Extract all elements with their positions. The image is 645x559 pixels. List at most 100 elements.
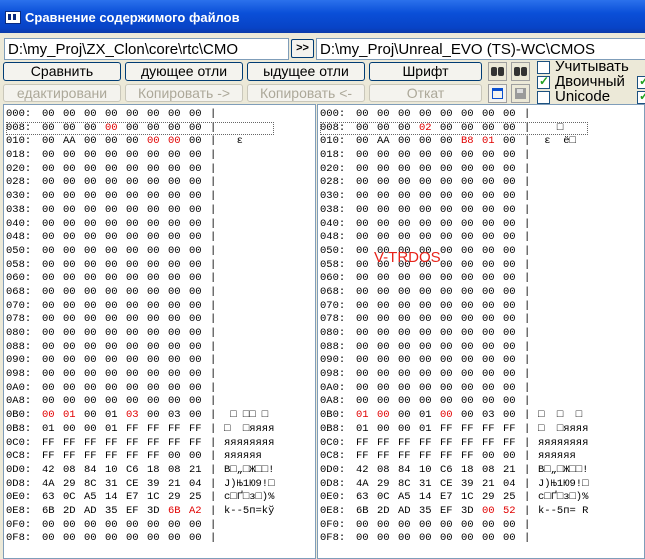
hex-byte[interactable]: 00 <box>168 532 189 546</box>
hex-byte[interactable]: 00 <box>42 176 63 190</box>
hex-byte[interactable]: 00 <box>503 135 524 149</box>
window-icon[interactable] <box>488 84 507 103</box>
hex-byte[interactable]: 00 <box>440 313 461 327</box>
hex-byte[interactable]: 00 <box>84 176 105 190</box>
hex-byte[interactable]: 00 <box>84 149 105 163</box>
hex-byte[interactable]: 00 <box>42 149 63 163</box>
hex-byte[interactable]: 00 <box>440 163 461 177</box>
hex-byte[interactable]: 00 <box>482 382 503 396</box>
hex-byte[interactable]: 00 <box>84 423 105 437</box>
hex-byte[interactable]: 00 <box>126 368 147 382</box>
hex-byte[interactable]: 01 <box>105 423 126 437</box>
hex-byte[interactable]: 00 <box>189 176 210 190</box>
left-hex-row[interactable]: 0B0: 00 01 00 01 03 00 03 00 | □ □□ □ <box>6 409 274 423</box>
hex-byte[interactable]: 00 <box>419 135 440 149</box>
hex-byte[interactable]: 00 <box>461 272 482 286</box>
hex-byte[interactable]: 00 <box>419 204 440 218</box>
hex-byte[interactable]: 00 <box>84 341 105 355</box>
hex-byte[interactable]: A5 <box>398 491 419 505</box>
hex-byte[interactable]: 00 <box>63 190 84 204</box>
hex-byte[interactable]: EF <box>126 505 147 519</box>
hex-byte[interactable]: 00 <box>377 286 398 300</box>
hex-byte[interactable]: 00 <box>398 272 419 286</box>
hex-byte[interactable]: 00 <box>503 204 524 218</box>
hex-byte[interactable]: 00 <box>105 176 126 190</box>
hex-byte[interactable]: 00 <box>126 395 147 409</box>
hex-byte[interactable]: 00 <box>168 149 189 163</box>
hex-byte[interactable]: 00 <box>377 395 398 409</box>
hex-byte[interactable]: 00 <box>42 122 63 136</box>
hex-byte[interactable]: FF <box>168 423 189 437</box>
hex-byte[interactable]: 00 <box>168 354 189 368</box>
hex-byte[interactable]: 00 <box>377 532 398 546</box>
hex-byte[interactable]: 00 <box>126 245 147 259</box>
hex-byte[interactable]: 00 <box>105 519 126 533</box>
right-hex-row[interactable]: 018: 00 00 00 00 00 00 00 00 | <box>320 149 588 163</box>
consider-checkbox[interactable] <box>537 61 550 74</box>
hex-byte[interactable]: 00 <box>84 163 105 177</box>
hex-byte[interactable]: 21 <box>482 478 503 492</box>
hex-byte[interactable]: 00 <box>419 218 440 232</box>
hex-byte[interactable]: 00 <box>126 108 147 122</box>
hex-byte[interactable]: 00 <box>356 163 377 177</box>
hex-byte[interactable]: FF <box>440 437 461 451</box>
hex-byte[interactable]: 00 <box>126 286 147 300</box>
hex-byte[interactable]: 00 <box>482 519 503 533</box>
hex-byte[interactable]: 00 <box>503 108 524 122</box>
edit-button[interactable]: едактировани <box>3 84 121 102</box>
hex-byte[interactable]: 00 <box>356 532 377 546</box>
hex-byte[interactable]: 00 <box>482 163 503 177</box>
hex-byte[interactable]: 00 <box>42 135 63 149</box>
hex-byte[interactable]: 00 <box>377 327 398 341</box>
hex-byte[interactable]: 00 <box>42 108 63 122</box>
hex-byte[interactable]: 00 <box>168 382 189 396</box>
hex-byte[interactable]: 00 <box>398 368 419 382</box>
hex-byte[interactable]: FF <box>84 437 105 451</box>
hex-byte[interactable]: 00 <box>356 286 377 300</box>
hex-byte[interactable]: 00 <box>398 382 419 396</box>
hex-byte[interactable]: 00 <box>42 368 63 382</box>
hex-byte[interactable]: 00 <box>105 218 126 232</box>
left-hex-row[interactable]: 058: 00 00 00 00 00 00 00 00 | <box>6 259 274 273</box>
hex-byte[interactable]: 00 <box>168 245 189 259</box>
hex-byte[interactable]: 00 <box>189 245 210 259</box>
hex-byte[interactable]: 00 <box>84 122 105 136</box>
hex-byte[interactable]: 00 <box>168 204 189 218</box>
hex-byte[interactable]: 00 <box>168 313 189 327</box>
left-hex-row[interactable]: 000: 00 00 00 00 00 00 00 00 | <box>6 108 274 122</box>
hex-byte[interactable]: 00 <box>503 300 524 314</box>
hex-byte[interactable]: 29 <box>482 491 503 505</box>
hex-byte[interactable]: FF <box>42 437 63 451</box>
hex-byte[interactable]: 00 <box>356 368 377 382</box>
left-hex-row[interactable]: 080: 00 00 00 00 00 00 00 00 | <box>6 327 274 341</box>
hex-byte[interactable]: 00 <box>63 395 84 409</box>
hex-byte[interactable]: 08 <box>377 464 398 478</box>
hex-byte[interactable]: 00 <box>461 108 482 122</box>
right-hex-row[interactable]: 008: 00 00 00 02 00 00 00 00 | □ <box>320 121 589 136</box>
hex-byte[interactable]: 00 <box>126 272 147 286</box>
hex-byte[interactable]: 00 <box>189 368 210 382</box>
unicode-checkbox[interactable] <box>537 91 550 104</box>
hex-byte[interactable]: 04 <box>503 478 524 492</box>
hex-byte[interactable]: E7 <box>440 491 461 505</box>
hex-byte[interactable]: 00 <box>147 341 168 355</box>
hex-byte[interactable]: 00 <box>168 286 189 300</box>
hex-byte[interactable]: 00 <box>147 532 168 546</box>
hex-byte[interactable]: FF <box>147 437 168 451</box>
hex-byte[interactable]: 84 <box>84 464 105 478</box>
hex-byte[interactable]: C6 <box>440 464 461 478</box>
hex-byte[interactable]: 00 <box>377 519 398 533</box>
hex-byte[interactable]: 00 <box>377 368 398 382</box>
hex-byte[interactable]: 00 <box>147 354 168 368</box>
hex-byte[interactable]: 00 <box>377 231 398 245</box>
left-hex-row[interactable]: 010: 00 AA 00 00 00 00 00 00 | ε <box>6 135 274 149</box>
hex-byte[interactable]: 00 <box>398 135 419 149</box>
hex-byte[interactable]: 00 <box>63 122 84 136</box>
hex-byte[interactable]: 00 <box>356 300 377 314</box>
hex-byte[interactable]: 4A <box>356 478 377 492</box>
hex-byte[interactable]: 42 <box>356 464 377 478</box>
hex-byte[interactable]: 63 <box>42 491 63 505</box>
hex-byte[interactable]: 00 <box>84 218 105 232</box>
hex-byte[interactable]: 00 <box>377 354 398 368</box>
binary-checkbox[interactable] <box>537 74 550 89</box>
